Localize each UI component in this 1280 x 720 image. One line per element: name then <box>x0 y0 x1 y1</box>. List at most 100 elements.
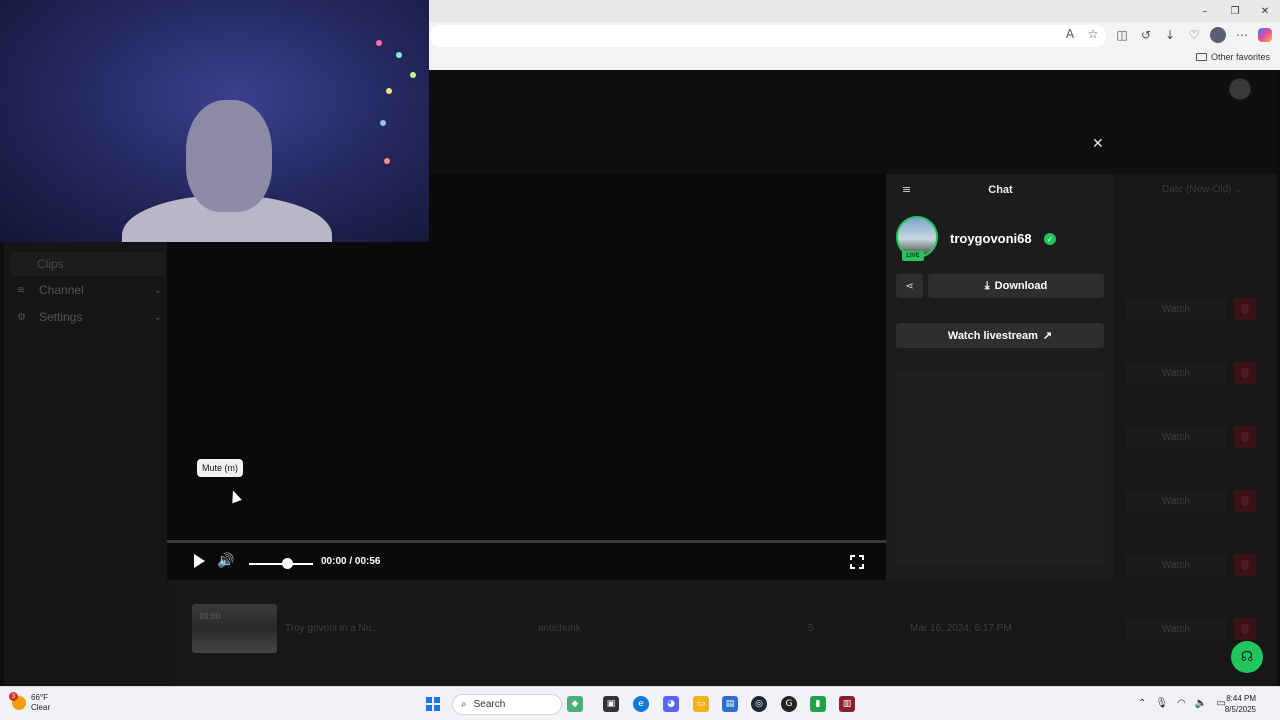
streamer-username[interactable]: troygovoni68 <box>950 231 1032 246</box>
share-icon: ⋖ <box>905 280 914 292</box>
close-modal-icon[interactable]: ✕ <box>1092 136 1104 152</box>
history-icon[interactable]: ↺ <box>1138 28 1154 42</box>
app-icon[interactable]: G <box>781 696 797 712</box>
string-light <box>386 88 392 94</box>
fullscreen-icon[interactable] <box>849 554 865 570</box>
string-light <box>380 120 386 126</box>
delete-icon[interactable]: 🗑 <box>1234 362 1256 384</box>
clock[interactable]: 8:44 PM 8/5/2025 <box>1225 693 1256 715</box>
delete-icon[interactable]: 🗑 <box>1234 490 1256 512</box>
webcam-overlay <box>0 0 429 242</box>
task-view-icon[interactable]: ▣ <box>603 696 619 712</box>
row-actions: Watch 🗑 <box>1126 490 1271 512</box>
weather-icon: 3 <box>9 692 26 710</box>
clip-views: 5 <box>808 623 814 634</box>
gear-icon: ⚙ <box>17 311 26 323</box>
copilot-icon[interactable] <box>1258 28 1272 42</box>
delete-icon[interactable]: 🗑 <box>1234 426 1256 448</box>
start-icon[interactable] <box>426 697 440 711</box>
channel-icon: ≋ <box>17 284 26 296</box>
time-display: 00:00 / 00:56 <box>321 556 381 567</box>
downloads-icon[interactable]: ↓ <box>1162 28 1178 42</box>
clip-creator: antichunk <box>538 623 581 634</box>
table-row[interactable]: 01:00 Troy govoni in a Nu... antichunk 5… <box>192 604 1277 656</box>
widgets-app-icon[interactable]: ◆ <box>567 696 583 712</box>
clip-date: Mar 16, 2024, 6:17 PM <box>910 623 1012 634</box>
watch-button[interactable]: Watch <box>1126 362 1226 384</box>
sidebar-item-clips[interactable]: Clips <box>10 252 166 276</box>
store-icon[interactable]: ▤ <box>722 696 738 712</box>
minimize-icon[interactable]: – <box>1190 0 1220 22</box>
terminal-app-icon[interactable]: ▮ <box>810 696 826 712</box>
chat-title: Chat <box>988 184 1013 196</box>
row-actions: Watch 🗑 <box>1126 362 1271 384</box>
delete-icon[interactable]: 🗑 <box>1234 298 1256 320</box>
favorite-star-icon[interactable]: ☆ <box>1085 27 1101 41</box>
chevron-down-icon: ⌄ <box>153 311 162 323</box>
clip-thumbnail[interactable]: 01:00 <box>192 604 277 653</box>
watch-livestream-button[interactable]: Watch livestream ↗ <box>896 323 1104 348</box>
profile-avatar-icon[interactable] <box>1210 27 1226 43</box>
string-light <box>376 40 382 46</box>
taskbar: 3 66°F Clear ⌕ Search ◆ ▣ e ◕ ▭ ▤ ◎ G ▮ … <box>0 686 1280 720</box>
progress-bar[interactable] <box>167 540 886 543</box>
extensions-icon[interactable]: ◫ <box>1114 28 1130 42</box>
sort-select[interactable]: Date (New-Old) ⌄ <box>1162 184 1243 195</box>
steam-icon[interactable]: ◎ <box>751 696 767 712</box>
player-controls: 🔊 00:00 / 00:56 <box>167 540 886 580</box>
support-chat-icon[interactable]: ☊ <box>1231 641 1263 673</box>
person-head <box>186 100 272 212</box>
restore-icon[interactable]: ❐ <box>1220 0 1250 22</box>
discord-icon[interactable]: ◕ <box>663 696 679 712</box>
row-actions: Watch 🗑 <box>1126 298 1271 320</box>
search-icon: ⌕ <box>461 699 467 710</box>
play-icon[interactable] <box>193 554 205 568</box>
chevron-down-icon: ⌄ <box>153 284 162 296</box>
sidebar: Clips ≋ Channel ⌄ ⚙ Settings ⌄ <box>4 174 170 686</box>
speaker-icon[interactable]: 🔈 <box>1195 698 1207 709</box>
share-button[interactable]: ⋖ <box>896 274 923 298</box>
clip-title: Troy govoni in a Nu... <box>285 623 380 634</box>
string-light <box>410 72 416 78</box>
taskbar-search[interactable]: ⌕ Search <box>452 694 562 715</box>
wifi-icon[interactable]: ◠ <box>1177 698 1186 709</box>
sidebar-item-settings[interactable]: ⚙ Settings ⌄ <box>10 305 166 329</box>
address-bar[interactable] <box>430 25 1106 47</box>
address-bar-actions: A ☆ <box>1062 27 1101 41</box>
row-actions: Watch 🗑 <box>1126 426 1271 448</box>
browser-essentials-icon[interactable]: ♡ <box>1186 28 1202 42</box>
other-favorites[interactable]: Other favorites <box>1195 52 1270 62</box>
file-explorer-icon[interactable]: ▭ <box>693 696 709 712</box>
close-window-icon[interactable]: ✕ <box>1250 0 1280 22</box>
verified-icon: ✓ <box>1044 233 1056 245</box>
live-badge: LIVE <box>902 251 924 261</box>
volume-icon[interactable]: 🔊 <box>217 553 234 569</box>
volume-slider[interactable] <box>249 563 313 565</box>
string-light <box>396 52 402 58</box>
row-actions: Watch 🗑 <box>1126 554 1271 576</box>
mute-tooltip: Mute (m) <box>197 459 243 477</box>
download-button[interactable]: ⤓ Download <box>928 274 1104 298</box>
watch-button[interactable]: Watch <box>1126 554 1226 576</box>
window-controls: – ❐ ✕ <box>1190 0 1280 22</box>
delete-icon[interactable]: 🗑 <box>1234 554 1256 576</box>
system-tray: ⌃ 🎙 ◠ 🔈 ▭ <box>1138 698 1226 709</box>
volume-knob[interactable] <box>282 558 293 569</box>
microphone-icon[interactable]: 🎙 <box>1155 698 1168 709</box>
browser-toolbar: ◫ ↺ ↓ ♡ ⋯ <box>1114 27 1272 43</box>
chevron-up-icon[interactable]: ⌃ <box>1138 698 1146 709</box>
watch-button[interactable]: Watch <box>1126 490 1226 512</box>
watch-button[interactable]: Watch <box>1126 298 1226 320</box>
read-aloud-icon[interactable]: A <box>1062 27 1078 41</box>
edge-icon[interactable]: e <box>633 696 649 712</box>
weather-widget[interactable]: 3 66°F Clear <box>9 692 50 713</box>
chat-messages <box>896 370 1104 566</box>
sidebar-item-channel[interactable]: ≋ Channel ⌄ <box>10 278 166 302</box>
watch-button[interactable]: Watch <box>1126 426 1226 448</box>
download-icon: ⤓ <box>984 279 990 292</box>
media-app-icon[interactable]: ▥ <box>839 696 855 712</box>
string-light <box>384 158 390 164</box>
user-avatar[interactable] <box>1229 78 1251 100</box>
more-menu-icon[interactable]: ⋯ <box>1234 28 1250 42</box>
folder-icon <box>1195 53 1207 61</box>
